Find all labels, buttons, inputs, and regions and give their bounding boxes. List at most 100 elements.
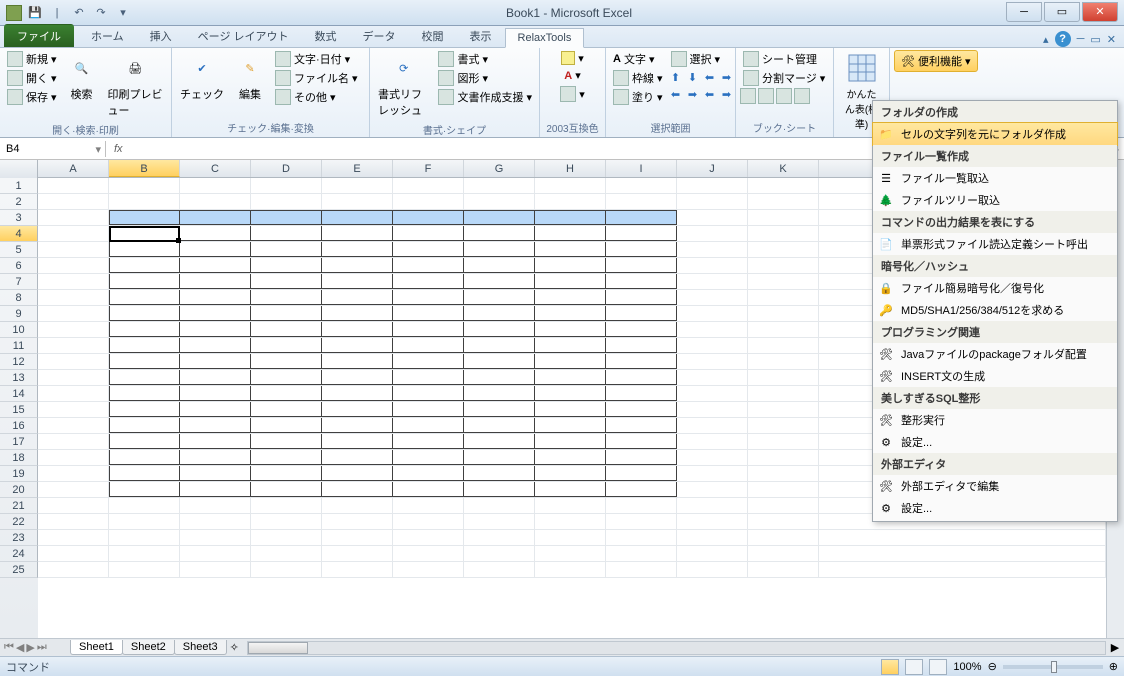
cell[interactable] — [677, 210, 748, 225]
cell[interactable] — [38, 546, 109, 561]
cell[interactable] — [748, 354, 819, 369]
btn-benri-dropdown[interactable]: 🛠 便利機能▾ — [894, 50, 978, 72]
cell[interactable] — [251, 242, 322, 257]
cell[interactable] — [677, 290, 748, 305]
col-header-D[interactable]: D — [251, 160, 322, 177]
cell[interactable] — [251, 418, 322, 433]
cell[interactable] — [109, 466, 180, 481]
cell[interactable] — [180, 242, 251, 257]
cell[interactable] — [748, 258, 819, 273]
cell[interactable] — [251, 434, 322, 449]
dd-item-filetree[interactable]: 🌲ファイルツリー取込 — [873, 189, 1117, 211]
cell[interactable] — [677, 482, 748, 497]
cell[interactable] — [109, 386, 180, 401]
cell[interactable] — [393, 322, 464, 337]
cell[interactable] — [322, 530, 393, 545]
cell[interactable] — [251, 178, 322, 193]
cell[interactable] — [38, 562, 109, 577]
cell[interactable] — [748, 370, 819, 385]
cell[interactable] — [748, 338, 819, 353]
cell[interactable] — [180, 370, 251, 385]
tab-review[interactable]: 校閲 — [409, 24, 457, 47]
row-header-16[interactable]: 16 — [0, 418, 38, 434]
cell[interactable] — [38, 354, 109, 369]
cell[interactable] — [393, 226, 464, 241]
sheet-first-icon[interactable]: ⏮ — [4, 641, 14, 654]
tab-formulas[interactable]: 数式 — [302, 24, 350, 47]
cell[interactable] — [464, 322, 535, 337]
cell[interactable] — [322, 482, 393, 497]
sheet-prev-icon[interactable]: ◀ — [16, 641, 24, 654]
cell[interactable] — [464, 562, 535, 577]
row-header-4[interactable]: 4 — [0, 226, 38, 242]
cell[interactable] — [535, 546, 606, 561]
cell[interactable] — [109, 370, 180, 385]
arrow-down-icon[interactable]: ⬇ — [685, 69, 701, 85]
cell[interactable] — [535, 322, 606, 337]
sheet-tab-Sheet2[interactable]: Sheet2 — [122, 640, 175, 655]
cell[interactable] — [535, 386, 606, 401]
cell[interactable] — [180, 322, 251, 337]
cell[interactable] — [38, 370, 109, 385]
cell[interactable] — [322, 402, 393, 417]
cell[interactable] — [535, 226, 606, 241]
col-header-A[interactable]: A — [38, 160, 109, 177]
btn-edit[interactable]: ✎編集 — [230, 50, 270, 104]
cell[interactable] — [464, 434, 535, 449]
cell[interactable] — [748, 178, 819, 193]
cell[interactable] — [535, 338, 606, 353]
cell[interactable] — [393, 418, 464, 433]
cell[interactable] — [322, 450, 393, 465]
cell[interactable] — [606, 226, 677, 241]
cell[interactable] — [251, 482, 322, 497]
cell[interactable] — [393, 370, 464, 385]
row-header-3[interactable]: 3 — [0, 210, 38, 226]
cell[interactable] — [38, 466, 109, 481]
cell[interactable] — [748, 546, 819, 561]
btn-docsupport[interactable]: 文書作成支援▾ — [435, 88, 535, 106]
cell[interactable] — [606, 338, 677, 353]
cell[interactable] — [109, 482, 180, 497]
cell[interactable] — [748, 274, 819, 289]
cell[interactable] — [322, 354, 393, 369]
cell[interactable] — [677, 258, 748, 273]
cell[interactable] — [322, 386, 393, 401]
cell[interactable] — [322, 194, 393, 209]
cell[interactable] — [464, 194, 535, 209]
col-header-C[interactable]: C — [180, 160, 251, 177]
cell[interactable] — [464, 450, 535, 465]
cell[interactable] — [38, 498, 109, 513]
dd-item-hash[interactable]: 🔑MD5/SHA1/256/384/512を求める — [873, 299, 1117, 321]
sheet-tab-Sheet3[interactable]: Sheet3 — [174, 640, 227, 655]
btn-nuri[interactable]: 塗り▾ — [610, 88, 666, 106]
dd-item-exteditor[interactable]: 🛠外部エディタで編集 — [873, 475, 1117, 497]
cell[interactable] — [109, 290, 180, 305]
cell[interactable] — [322, 514, 393, 529]
btn-check[interactable]: ✔チェック — [176, 50, 228, 104]
cell[interactable] — [606, 242, 677, 257]
cell[interactable] — [748, 498, 819, 513]
cell[interactable] — [535, 562, 606, 577]
cell[interactable] — [109, 242, 180, 257]
cell[interactable] — [109, 450, 180, 465]
cell[interactable] — [606, 546, 677, 561]
cell[interactable] — [677, 386, 748, 401]
cell[interactable] — [606, 466, 677, 481]
btn-moji[interactable]: A文字▾ — [610, 50, 666, 68]
cell[interactable] — [535, 482, 606, 497]
btn-shape[interactable]: 図形▾ — [435, 69, 535, 87]
zoom-in-icon[interactable]: ⊕ — [1109, 660, 1118, 673]
cell[interactable] — [464, 178, 535, 193]
cell[interactable] — [535, 178, 606, 193]
cell[interactable] — [464, 338, 535, 353]
cell[interactable] — [393, 354, 464, 369]
cell[interactable] — [464, 482, 535, 497]
cell[interactable] — [109, 562, 180, 577]
hscroll-right-icon[interactable]: ▶ — [1106, 641, 1124, 654]
cell[interactable] — [180, 562, 251, 577]
cell[interactable] — [251, 306, 322, 321]
cell[interactable] — [464, 274, 535, 289]
cell[interactable] — [322, 562, 393, 577]
cell[interactable] — [393, 562, 464, 577]
cell[interactable] — [393, 178, 464, 193]
